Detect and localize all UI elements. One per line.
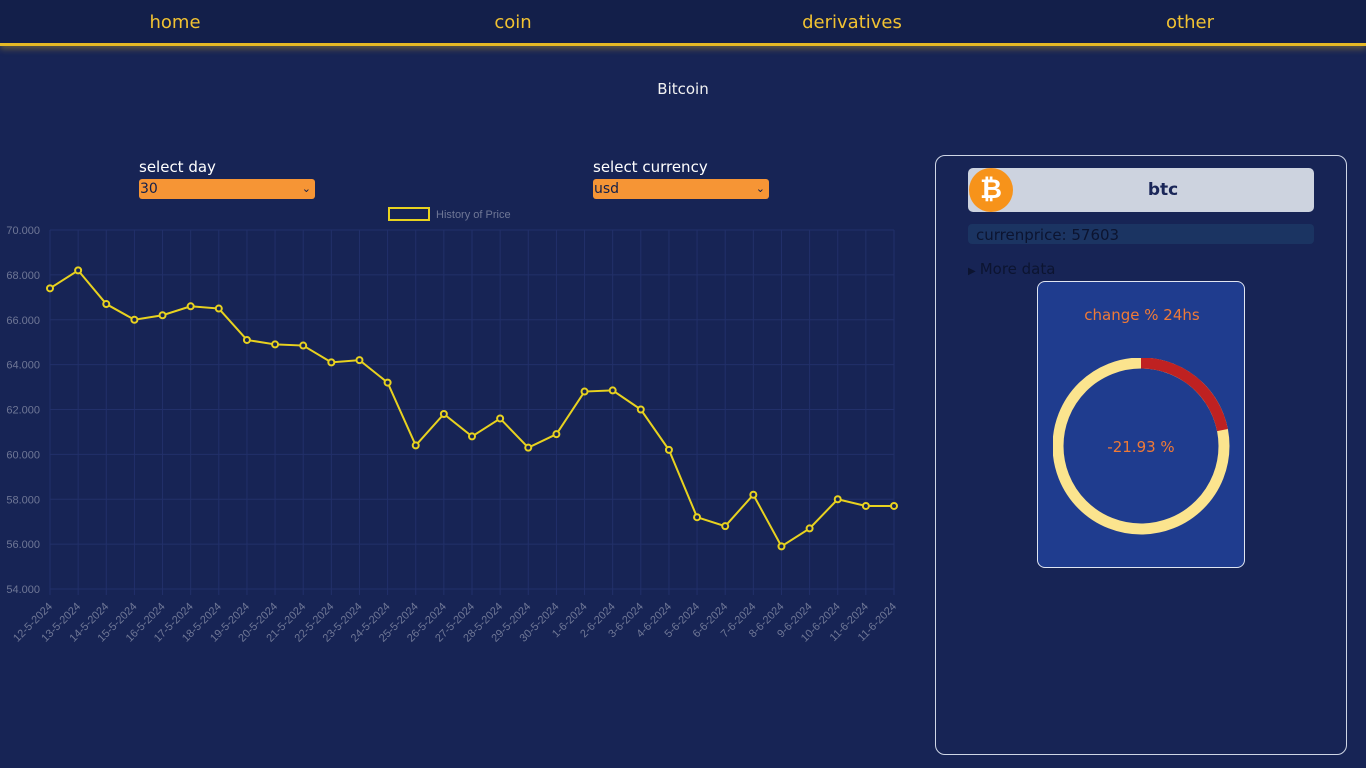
legend-label: History of Price xyxy=(436,209,511,221)
data-point xyxy=(46,284,54,293)
data-point xyxy=(496,414,505,423)
y-tick-label: 68.000 xyxy=(6,270,40,282)
data-point xyxy=(74,266,83,275)
more-data-label: More data xyxy=(979,260,1056,278)
data-point xyxy=(693,513,702,522)
change-24h-card: change % 24hs -21.93 % xyxy=(1037,281,1245,568)
day-select[interactable]: 30 ⌄ xyxy=(139,179,315,199)
coin-symbol: btc xyxy=(1147,180,1179,200)
more-data-toggle[interactable]: ▶ More data xyxy=(968,260,1055,278)
coin-info-card: ₿ btc currenprice: 57603 ▶ More data chan… xyxy=(935,155,1347,755)
data-point xyxy=(468,432,476,441)
y-tick-label: 66.000 xyxy=(6,315,40,327)
change-title: change % 24hs xyxy=(1084,306,1200,324)
data-point xyxy=(271,340,280,349)
current-price: currenprice: 57603 xyxy=(968,224,1314,244)
data-point xyxy=(524,443,533,452)
caret-right-icon: ▶ xyxy=(968,266,976,277)
donut-change-segment xyxy=(1140,358,1228,432)
data-point xyxy=(411,441,420,450)
data-point xyxy=(580,387,589,396)
data-point xyxy=(749,490,758,499)
data-point xyxy=(186,302,195,311)
day-select-value: 30 xyxy=(140,181,158,197)
data-point xyxy=(721,522,730,531)
currency-select-label: select currency xyxy=(593,158,708,176)
data-point xyxy=(608,386,617,395)
data-point xyxy=(242,335,251,344)
data-point xyxy=(777,542,786,551)
currency-select[interactable]: usd ⌄ xyxy=(593,179,769,199)
data-point xyxy=(102,300,111,309)
nav-derivatives[interactable]: derivatives xyxy=(802,12,902,33)
data-point xyxy=(355,356,364,365)
data-point xyxy=(130,315,139,324)
y-tick-label: 64.000 xyxy=(6,360,40,372)
y-tick-label: 54.000 xyxy=(6,584,40,596)
data-point xyxy=(861,501,870,510)
coin-header: ₿ btc xyxy=(968,168,1314,212)
data-point xyxy=(158,311,167,320)
data-point xyxy=(439,409,448,418)
chevron-down-icon: ⌄ xyxy=(301,182,311,195)
data-point xyxy=(664,445,673,454)
nav-other[interactable]: other xyxy=(1166,12,1214,33)
data-point xyxy=(890,501,898,510)
y-tick-label: 58.000 xyxy=(6,494,40,506)
price-history-chart: 70.000 68.000 66.000 64.000 62.000 60.000 58.0… xyxy=(6,207,899,645)
data-point xyxy=(636,405,645,414)
chevron-down-icon: ⌄ xyxy=(755,182,765,195)
page-title: Bitcoin xyxy=(657,80,709,98)
chart-grid xyxy=(49,229,895,595)
data-point xyxy=(833,495,842,504)
top-navbar: home coin derivatives other xyxy=(0,0,1366,46)
data-point xyxy=(552,430,561,439)
currency-select-value: usd xyxy=(594,181,620,197)
nav-home[interactable]: home xyxy=(149,12,200,33)
data-point xyxy=(805,524,814,533)
day-select-label: select day xyxy=(139,158,216,176)
data-point xyxy=(299,341,308,350)
nav-coin[interactable]: coin xyxy=(494,12,531,33)
data-point xyxy=(327,358,336,367)
change-value: -21.93 % xyxy=(1107,438,1175,456)
y-tick-label: 56.000 xyxy=(6,539,40,551)
y-tick-label: 70.000 xyxy=(6,225,40,237)
data-point xyxy=(214,304,223,313)
data-point xyxy=(383,378,392,387)
legend-swatch xyxy=(388,207,430,221)
bitcoin-icon: ₿ xyxy=(969,168,1013,212)
y-tick-label: 62.000 xyxy=(6,405,40,417)
y-tick-label: 60.000 xyxy=(6,449,40,461)
